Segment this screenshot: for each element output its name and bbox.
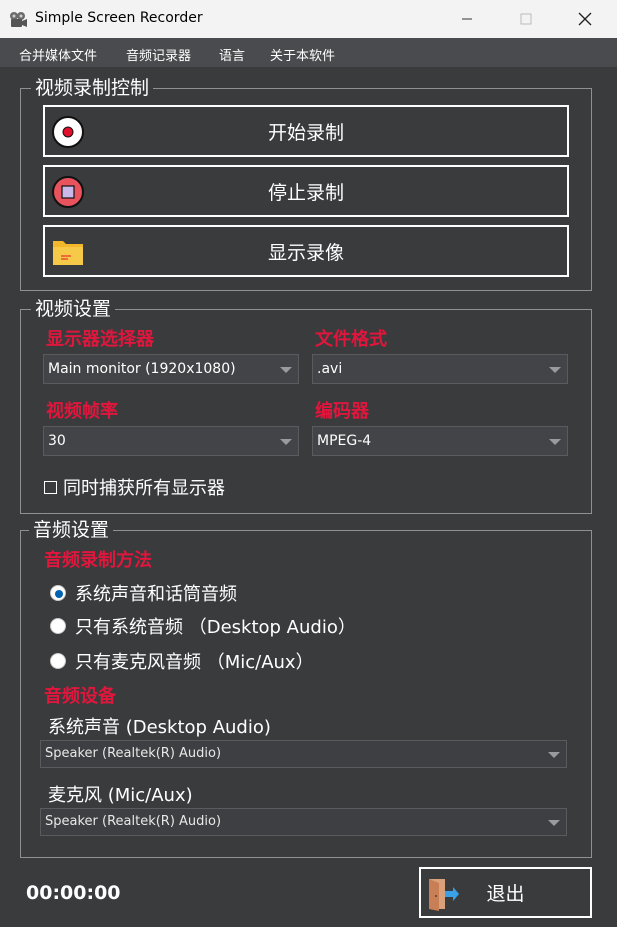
system-audio-device-select[interactable]: Speaker (Realtek(R) Audio) bbox=[40, 740, 567, 768]
file-format-label: 文件格式 bbox=[315, 329, 387, 350]
chevron-down-icon bbox=[548, 752, 560, 758]
radio-system-only-label: 只有系统音频 （Desktop Audio） bbox=[75, 617, 356, 638]
frame-rate-select[interactable]: 30 bbox=[43, 426, 299, 456]
file-format-select-value: .avi bbox=[317, 361, 343, 377]
camera-icon bbox=[10, 12, 27, 27]
radio-system-and-mic[interactable]: 系统声音和话筒音频 bbox=[50, 580, 237, 606]
chevron-down-icon bbox=[280, 439, 292, 445]
codec-select[interactable]: MPEG-4 bbox=[312, 426, 568, 456]
audio-method-label: 音频录制方法 bbox=[44, 550, 152, 571]
stop-recording-label: 停止录制 bbox=[267, 181, 344, 204]
menu-language[interactable]: 语言 bbox=[219, 45, 245, 64]
system-audio-device-value: Speaker (Realtek(R) Audio) bbox=[45, 746, 222, 761]
radio-mic-only-label: 只有麦克风音频 （Mic/Aux） bbox=[75, 652, 314, 673]
audio-devices-label: 音频设备 bbox=[44, 686, 116, 707]
capture-all-monitors-label: 同时捕获所有显示器 bbox=[63, 478, 225, 499]
exit-label: 退出 bbox=[486, 883, 525, 905]
checkbox-box[interactable] bbox=[44, 480, 57, 494]
chevron-down-icon bbox=[549, 367, 561, 373]
monitor-select-value: Main monitor (1920x1080) bbox=[48, 361, 236, 377]
exit-button[interactable]: 退出 bbox=[419, 867, 592, 918]
menu-merge-media[interactable]: 合并媒体文件 bbox=[19, 45, 97, 64]
exit-door-icon bbox=[429, 879, 459, 911]
close-button[interactable] bbox=[556, 0, 614, 38]
minimize-button[interactable] bbox=[438, 0, 496, 38]
frame-rate-select-value: 30 bbox=[48, 433, 66, 449]
capture-all-monitors-checkbox[interactable]: 同时捕获所有显示器 bbox=[44, 474, 225, 500]
radio-system-and-mic-label: 系统声音和话筒音频 bbox=[75, 584, 237, 605]
stop-recording-button[interactable]: 停止录制 bbox=[43, 165, 569, 217]
radio-button-selected[interactable] bbox=[50, 585, 66, 601]
stop-icon bbox=[52, 176, 84, 208]
show-recording-label: 显示录像 bbox=[267, 241, 344, 264]
radio-button[interactable] bbox=[50, 618, 66, 634]
microphone-device-select[interactable]: Speaker (Realtek(R) Audio) bbox=[40, 808, 567, 836]
recording-timer: 00:00:00 bbox=[26, 882, 121, 904]
monitor-selector-label: 显示器选择器 bbox=[46, 329, 154, 350]
monitor-select[interactable]: Main monitor (1920x1080) bbox=[43, 354, 299, 384]
radio-system-only[interactable]: 只有系统音频 （Desktop Audio） bbox=[50, 613, 356, 639]
radio-button[interactable] bbox=[50, 653, 66, 669]
radio-mic-only[interactable]: 只有麦克风音频 （Mic/Aux） bbox=[50, 648, 314, 674]
file-format-select[interactable]: .avi bbox=[312, 354, 568, 384]
title-bar: Simple Screen Recorder bbox=[0, 0, 617, 38]
codec-select-value: MPEG-4 bbox=[317, 433, 372, 449]
recording-control-title: 视频录制控制 bbox=[31, 77, 154, 99]
maximize-button[interactable] bbox=[497, 0, 555, 38]
system-audio-label: 系统声音 (Desktop Audio) bbox=[48, 717, 271, 738]
chevron-down-icon bbox=[548, 820, 560, 826]
start-recording-label: 开始录制 bbox=[267, 121, 344, 144]
maximize-icon bbox=[520, 13, 532, 25]
record-icon bbox=[52, 116, 84, 148]
window-title: Simple Screen Recorder bbox=[35, 10, 203, 26]
frame-rate-label: 视频帧率 bbox=[46, 401, 118, 422]
audio-settings-title: 音频设置 bbox=[29, 519, 114, 541]
menu-audio-recorder[interactable]: 音频记录器 bbox=[126, 45, 191, 64]
chevron-down-icon bbox=[280, 367, 292, 373]
close-icon bbox=[578, 12, 592, 26]
video-settings-title: 视频设置 bbox=[31, 298, 116, 320]
minimize-icon bbox=[462, 18, 472, 20]
menu-bar: 合并媒体文件 音频记录器 语言 关于本软件 bbox=[0, 38, 617, 67]
folder-icon bbox=[53, 241, 83, 265]
start-recording-button[interactable]: 开始录制 bbox=[43, 105, 569, 157]
show-recording-button[interactable]: 显示录像 bbox=[43, 225, 569, 277]
codec-label: 编码器 bbox=[315, 401, 369, 422]
microphone-device-value: Speaker (Realtek(R) Audio) bbox=[45, 814, 222, 829]
microphone-label: 麦克风 (Mic/Aux) bbox=[48, 785, 193, 806]
menu-about[interactable]: 关于本软件 bbox=[270, 45, 335, 64]
chevron-down-icon bbox=[549, 439, 561, 445]
